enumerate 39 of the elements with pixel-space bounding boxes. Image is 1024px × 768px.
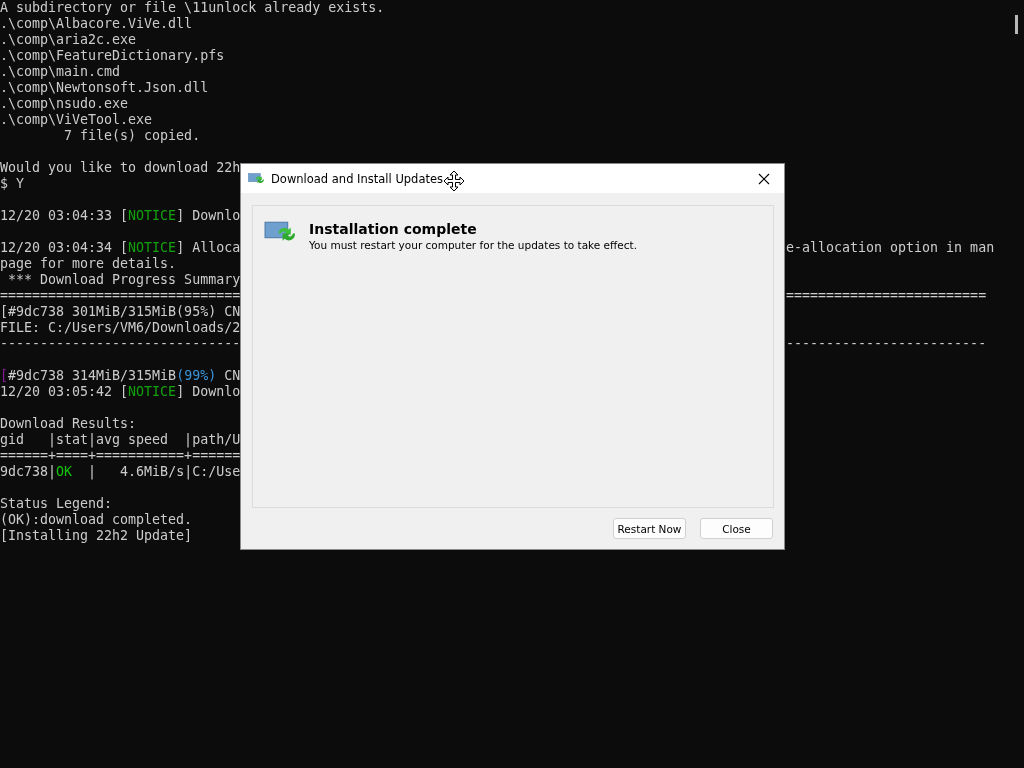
terminal-line: gid |stat|avg speed |path/U xyxy=(0,432,241,447)
terminal-line: (OK):download completed. xyxy=(0,512,193,527)
close-icon xyxy=(758,172,770,185)
terminal-line: ------------------------------ xyxy=(0,336,240,352)
terminal-line: e-allocation option in man xyxy=(786,240,996,256)
terminal-line: Status Legend: xyxy=(0,496,113,511)
status-heading: Installation complete xyxy=(309,221,478,237)
terminal-line: .\comp\ViVeTool.exe xyxy=(0,112,153,127)
terminal-line: 12/20 03:04:34 [NOTICE] Alloca xyxy=(0,240,240,256)
terminal-line: Would you like to download 22h xyxy=(0,160,241,175)
terminal-line: .\comp\Albacore.ViVe.dll xyxy=(0,16,193,31)
terminal-line: page for more details. xyxy=(0,256,177,271)
update-icon xyxy=(248,172,265,185)
terminal-line: .\comp\aria2c.exe xyxy=(0,32,137,47)
terminal-line: FILE: C:/Users/VM6/Downloads/2 xyxy=(0,320,241,335)
scrollbar-thumb[interactable] xyxy=(1015,15,1018,34)
dialog-button[interactable]: Close xyxy=(700,518,773,539)
terminal-line: ------------------------- xyxy=(786,336,988,352)
window-title: Download and Install Updates xyxy=(271,171,444,186)
terminal-line: 9dc738|OK | 4.6MiB/s|C:/Use xyxy=(0,464,241,479)
terminal-line: ========================= xyxy=(786,288,988,304)
status-message: You must restart your computer for the updates to take effect. xyxy=(309,239,637,251)
terminal-line: [Installing 22h2 Update] xyxy=(0,528,193,543)
terminal-line: ======+====+===========+====== xyxy=(0,448,241,463)
terminal-line: .\comp\nsudo.exe xyxy=(0,96,129,111)
terminal-line: .\comp\Newtonsoft.Json.dll xyxy=(0,80,209,95)
terminal-line: [#9dc738 314MiB/315MiB(99%) CN xyxy=(0,368,241,383)
terminal-line: $ Y xyxy=(0,176,25,191)
terminal-line: 12/20 03:04:33 [NOTICE] Downlo xyxy=(0,208,241,223)
terminal-line: ============================== xyxy=(0,288,240,304)
terminal-line: Download Results: xyxy=(0,416,137,431)
terminal-line: .\comp\FeatureDictionary.pfs xyxy=(0,48,225,63)
terminal-line: *** Download Progress Summary xyxy=(7,272,241,287)
terminal-line: .\comp\main.cmd xyxy=(0,64,121,79)
terminal-line: A subdirectory or file \11unlock already exists. xyxy=(0,0,385,15)
dialog-button[interactable]: Restart Now xyxy=(613,518,686,539)
terminal-line: [#9dc738 301MiB/315MiB(95%) CN xyxy=(0,304,241,319)
terminal-line: 7 file(s) copied. xyxy=(63,128,201,143)
terminal-line: 12/20 03:05:42 [NOTICE] Downlo xyxy=(0,384,241,399)
